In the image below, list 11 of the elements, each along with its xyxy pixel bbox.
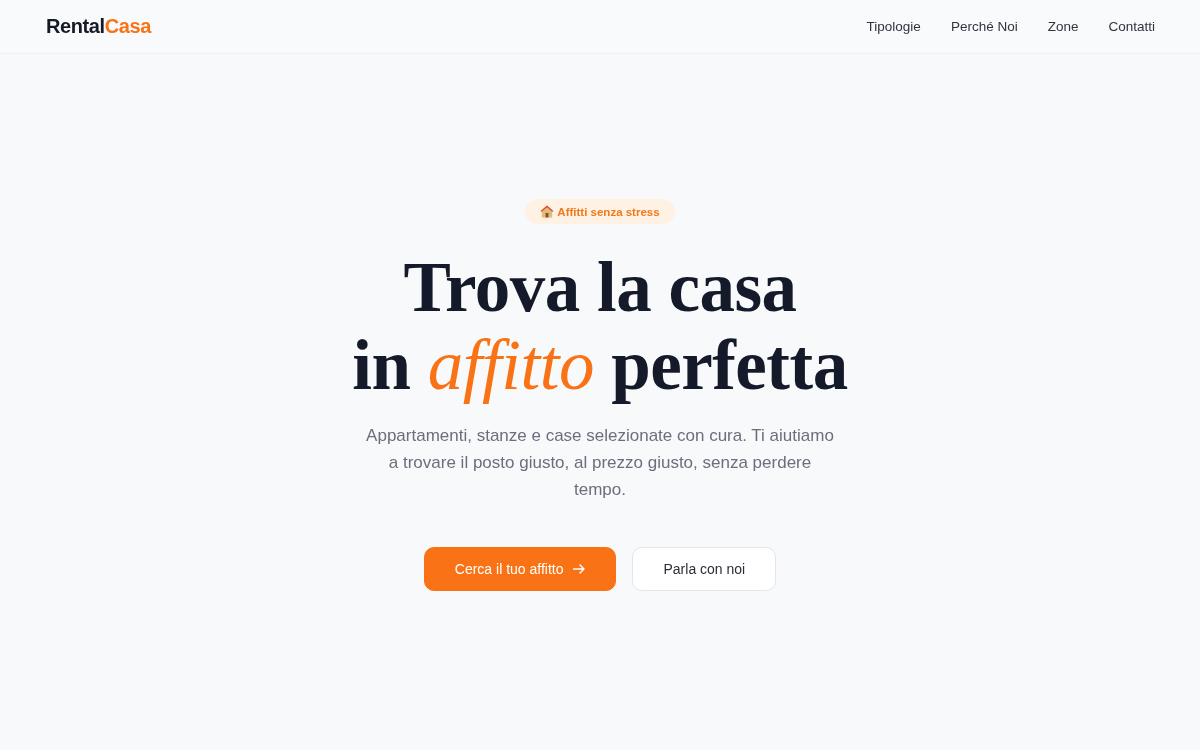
hero-subtitle: Appartamenti, stanze e case selezionate con cura. Ti aiutiamo a trovare il posto giusto, al prezzo giusto, senza perdere tempo. bbox=[365, 425, 835, 501]
nav-link[interactable]: Perché Noi bbox=[950, 19, 1018, 34]
logo[interactable]: RentalCasa bbox=[46, 15, 151, 38]
house-icon bbox=[540, 205, 555, 218]
nav-link[interactable]: Zone bbox=[1047, 19, 1079, 34]
arrow-right-icon bbox=[573, 564, 586, 574]
contact-button[interactable]: Parla con noi bbox=[632, 547, 777, 591]
badge-text: Affitti senza stress bbox=[557, 205, 660, 218]
hero-headline: Trova la casa in affitto perfetta bbox=[352, 248, 848, 404]
nav-link[interactable]: Contatti bbox=[1108, 19, 1155, 34]
nav-link[interactable]: Tipologie bbox=[866, 19, 921, 34]
